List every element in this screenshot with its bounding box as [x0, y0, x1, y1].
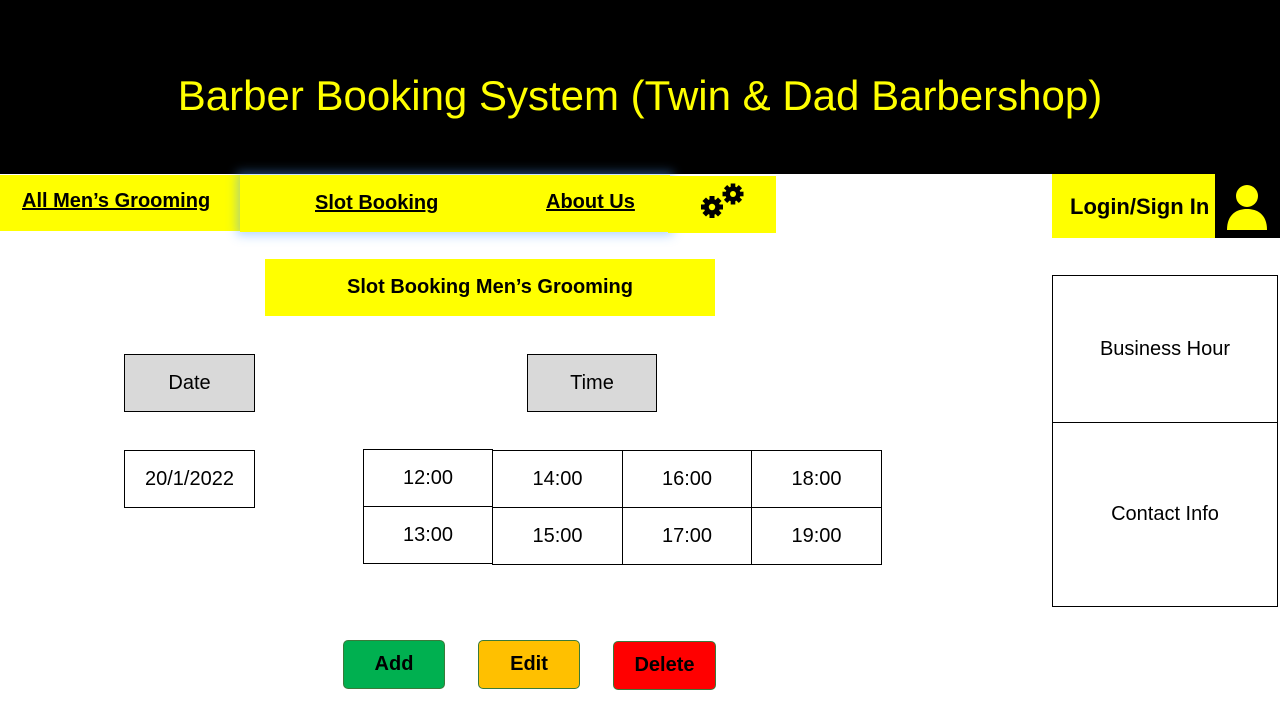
user-icon[interactable]: [1215, 174, 1280, 238]
delete-button[interactable]: Delete: [613, 641, 716, 690]
date-label: Date: [124, 354, 255, 412]
login-signin-link[interactable]: Login/Sign In: [1070, 194, 1209, 220]
edit-button[interactable]: Edit: [478, 640, 580, 689]
time-slot-1300[interactable]: 13:00: [363, 506, 493, 564]
section-title: Slot Booking Men’s Grooming: [265, 259, 715, 316]
time-slot-1900[interactable]: 19:00: [751, 507, 882, 565]
gear-icon[interactable]: [696, 180, 748, 222]
time-slot-1200[interactable]: 12:00: [363, 449, 493, 507]
time-slot-1600[interactable]: 16:00: [622, 450, 752, 508]
time-label: Time: [527, 354, 657, 412]
time-slot-1400[interactable]: 14:00: [492, 450, 623, 508]
time-slot-1700[interactable]: 17:00: [622, 507, 752, 565]
tab-slot-booking[interactable]: Slot Booking: [315, 192, 438, 215]
time-slot-1800[interactable]: 18:00: [751, 450, 882, 508]
add-button[interactable]: Add: [343, 640, 445, 689]
app-title: Barber Booking System (Twin & Dad Barber…: [177, 72, 1103, 119]
tab-all-mens-grooming[interactable]: All Men’s Grooming: [22, 190, 210, 213]
business-hour-panel[interactable]: Business Hour: [1052, 275, 1278, 423]
tab-about-us[interactable]: About Us: [546, 191, 635, 214]
contact-info-panel[interactable]: Contact Info: [1052, 422, 1278, 607]
date-field[interactable]: 20/1/2022: [124, 450, 255, 508]
time-slot-1500[interactable]: 15:00: [492, 507, 623, 565]
